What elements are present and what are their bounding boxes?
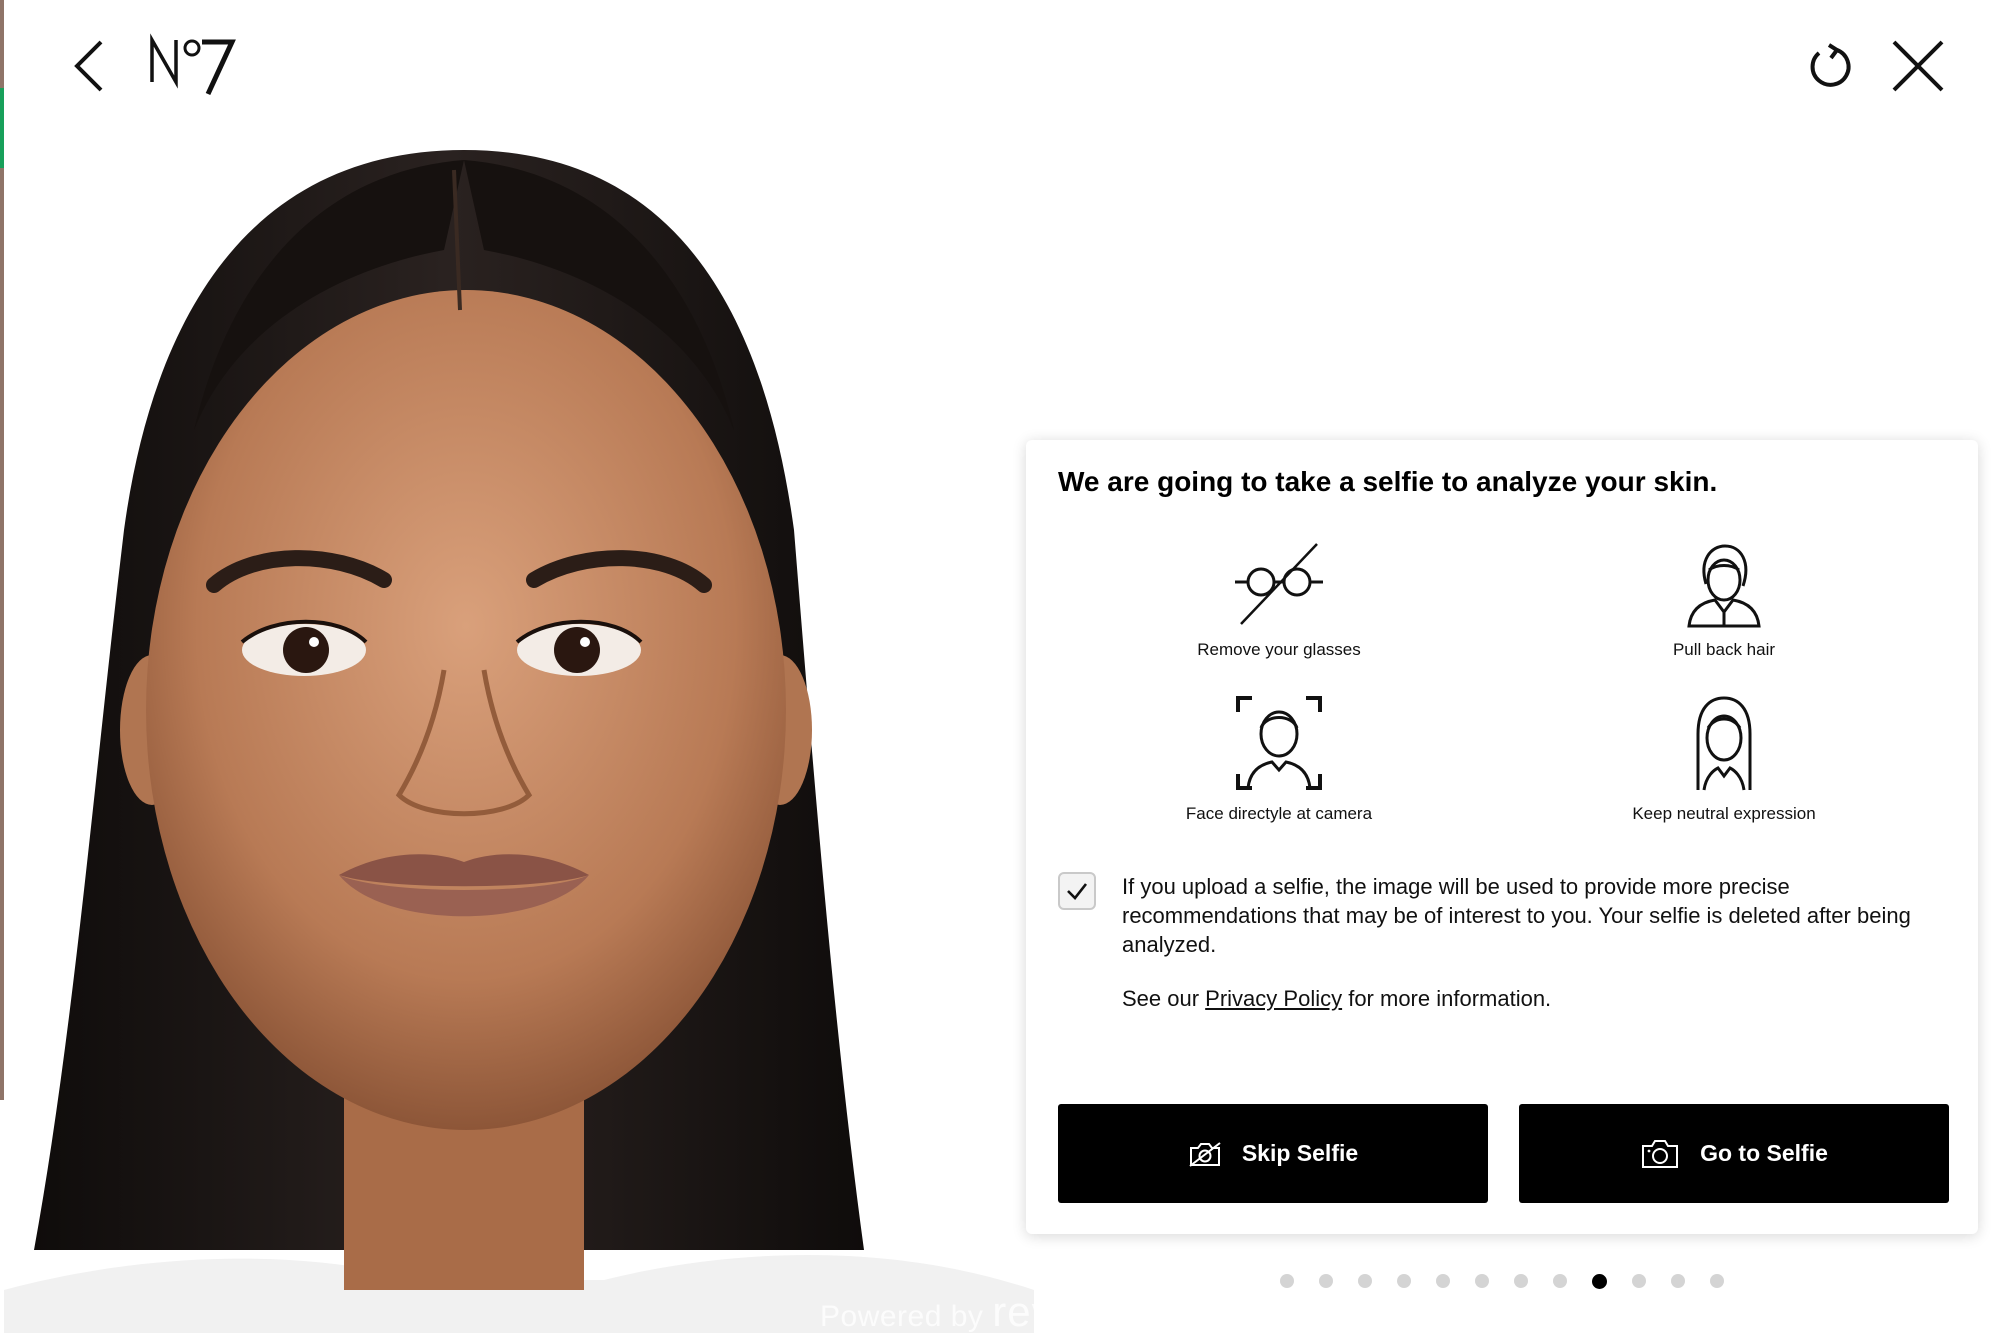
go-to-selfie-label: Go to Selfie — [1700, 1140, 1828, 1166]
pagination-dot[interactable] — [1319, 1274, 1333, 1288]
close-icon — [1892, 40, 1944, 92]
back-button[interactable] — [60, 34, 116, 98]
camera-off-icon — [1189, 1141, 1221, 1167]
chevron-left-icon — [74, 40, 103, 92]
tip-face-camera: Face directyle at camera — [1129, 694, 1429, 824]
close-button[interactable] — [1886, 34, 1950, 98]
top-bar — [0, 0, 1999, 130]
refresh-button[interactable] — [1800, 36, 1862, 98]
neutral-face-icon — [1696, 696, 1752, 791]
tip-pull-back-hair: Pull back hair — [1574, 540, 1874, 660]
pagination-dot[interactable] — [1514, 1274, 1528, 1288]
tip-label: Face directyle at camera — [1185, 804, 1373, 823]
checkmark-icon — [1067, 883, 1088, 900]
pagination-dot[interactable] — [1632, 1274, 1646, 1288]
privacy-policy-link[interactable]: Privacy Policy — [1205, 986, 1342, 1011]
pagination-dot[interactable] — [1358, 1274, 1372, 1288]
tip-neutral-expression: Keep neutral expression — [1574, 694, 1874, 824]
tip-remove-glasses: Remove your glasses — [1129, 540, 1429, 660]
pagination-dot[interactable] — [1710, 1274, 1724, 1288]
privacy-line: See our Privacy Policy for more informat… — [1122, 986, 1551, 1012]
hair-back-icon — [1687, 544, 1761, 628]
model-portrait-image — [4, 130, 1034, 1333]
refresh-icon — [1810, 43, 1851, 87]
camera-icon — [1642, 1139, 1679, 1168]
privacy-prefix: See our — [1122, 986, 1206, 1011]
selfie-instructions-card: We are going to take a selfie to analyze… — [1026, 440, 1978, 1234]
brand-logo — [146, 30, 246, 100]
pagination-dot[interactable] — [1397, 1274, 1411, 1288]
consent-text: If you upload a selfie, the image will b… — [1122, 874, 1911, 957]
no-glasses-icon — [1235, 543, 1323, 625]
face-frame-icon — [1236, 696, 1322, 790]
card-title: We are going to take a selfie to analyze… — [1058, 466, 1718, 497]
powered-by-text: Powered by — [820, 1300, 984, 1333]
pagination-dot[interactable] — [1436, 1274, 1450, 1288]
skip-selfie-label: Skip Selfie — [1241, 1140, 1359, 1166]
skip-selfie-button[interactable]: Skip Selfie — [1058, 1104, 1488, 1203]
step-pagination — [1280, 1274, 1724, 1289]
tip-label: Remove your glasses — [1197, 640, 1361, 659]
pagination-dot[interactable] — [1592, 1274, 1607, 1289]
powered-by-watermark: Powered by revieve — [820, 1288, 1135, 1336]
pagination-dot[interactable] — [1280, 1274, 1294, 1288]
pagination-dot[interactable] — [1475, 1274, 1489, 1288]
privacy-suffix: for more information. — [1342, 986, 1552, 1011]
powered-by-brand: revieve — [992, 1288, 1135, 1335]
pagination-dot[interactable] — [1671, 1274, 1685, 1288]
tip-label: Keep neutral expression — [1632, 804, 1816, 823]
consent-checkbox[interactable] — [1058, 872, 1096, 910]
pagination-dot[interactable] — [1553, 1274, 1567, 1288]
go-to-selfie-button[interactable]: Go to Selfie — [1519, 1104, 1949, 1203]
tip-label: Pull back hair — [1672, 640, 1776, 659]
